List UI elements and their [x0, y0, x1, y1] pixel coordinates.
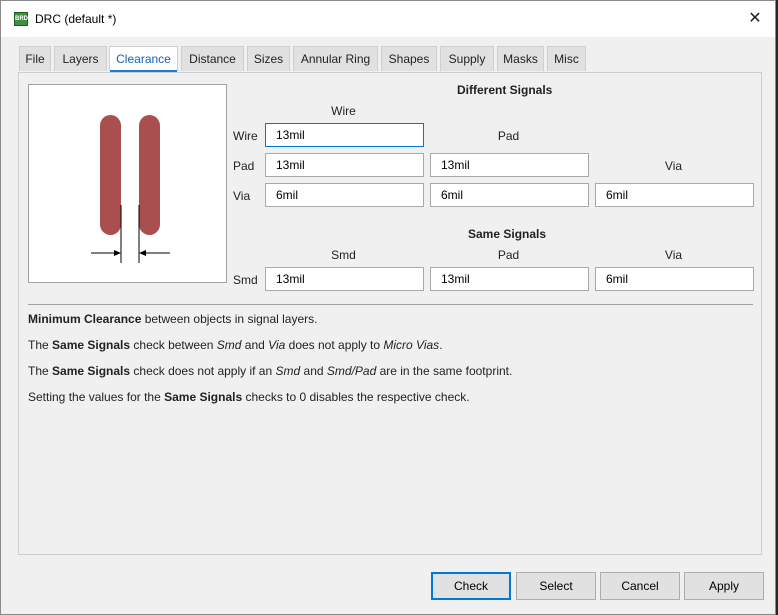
column-label-wire: Wire [331, 104, 356, 118]
info-line-2: The Same Signals check between Smd and V… [28, 338, 443, 352]
tab-sizes[interactable]: Sizes [247, 46, 290, 71]
right-arrow-head [139, 250, 146, 256]
info-line-2-part: check between [130, 338, 217, 352]
pad-wire-clearance-input[interactable]: 13mil [265, 153, 424, 177]
drc-dialog: BRD DRC (default *) ✕ File Layers Cleara… [0, 0, 776, 615]
apply-button[interactable]: Apply [684, 572, 764, 600]
wire-wire-clearance-input[interactable]: 13mil [265, 123, 424, 147]
info-line-2-italic: Micro Vias [383, 338, 440, 352]
column-label-pad: Pad [497, 129, 520, 143]
info-line-3-part: check does not apply if an [130, 364, 276, 378]
board-icon: BRD [14, 12, 28, 26]
left-trace [100, 115, 121, 235]
info-line-2-part: The [28, 338, 53, 352]
different-signals-title: Different Signals [457, 83, 553, 97]
info-line-2-part: . [439, 338, 443, 352]
tab-file[interactable]: File [19, 46, 51, 71]
info-line-3-part: The [28, 364, 53, 378]
clearance-diagram [91, 115, 170, 263]
check-button[interactable]: Check [431, 572, 511, 600]
info-line-3-italic: Smd/Pad [326, 364, 377, 378]
info-line-4-part: Setting the values for the [28, 390, 165, 404]
info-line-3-part: and [300, 364, 327, 378]
via-via-clearance-input[interactable]: 6mil [595, 183, 754, 207]
tab-misc[interactable]: Misc [547, 46, 586, 71]
close-icon[interactable]: ✕ [735, 1, 775, 37]
clearance-panel: Different Signals Wire Pad Via Wire Pad … [18, 72, 762, 555]
smd-via-clearance-input[interactable]: 6mil [595, 267, 754, 291]
tab-annular-ring[interactable]: Annular Ring [293, 46, 378, 71]
clearance-illustration [28, 84, 227, 283]
row-label-smd: Smd [233, 273, 258, 287]
info-line-1: Minimum Clearance between objects in sig… [28, 312, 317, 326]
info-line-2-italic: Smd [216, 338, 242, 352]
row-label-via: Via [233, 189, 251, 203]
tab-layers[interactable]: Layers [54, 46, 107, 71]
info-line-4-part: checks to 0 disables the respective chec… [242, 390, 470, 404]
info-line-1-text: between objects in signal layers. [141, 312, 318, 326]
tab-shapes[interactable]: Shapes [381, 46, 437, 71]
tab-distance[interactable]: Distance [181, 46, 244, 71]
same-signals-title: Same Signals [468, 227, 547, 241]
column-label-via: Via [664, 159, 683, 173]
via-pad-clearance-input[interactable]: 6mil [430, 183, 589, 207]
tab-masks[interactable]: Masks [497, 46, 544, 71]
cancel-button[interactable]: Cancel [600, 572, 680, 600]
pad-pad-clearance-input[interactable]: 13mil [430, 153, 589, 177]
column-label-same-via: Via [664, 248, 683, 262]
row-label-pad: Pad [233, 159, 255, 173]
via-wire-clearance-input[interactable]: 6mil [265, 183, 424, 207]
tab-supply[interactable]: Supply [440, 46, 494, 71]
smd-pad-clearance-input[interactable]: 13mil [430, 267, 589, 291]
info-line-2-italic: Via [268, 338, 286, 352]
right-trace [139, 115, 160, 235]
info-line-4-bold: Same Signals [164, 390, 243, 404]
info-line-2-bold: Same Signals [52, 338, 131, 352]
info-line-2-part: and [241, 338, 269, 352]
title-bar: BRD DRC (default *) ✕ [1, 1, 775, 37]
info-line-2-part: does not apply to [285, 338, 384, 352]
info-line-3-italic: Smd [275, 364, 301, 378]
select-button[interactable]: Select [516, 572, 596, 600]
smd-smd-clearance-input[interactable]: 13mil [265, 267, 424, 291]
row-label-wire: Wire [233, 129, 258, 143]
column-label-smd: Smd [331, 248, 356, 262]
info-line-3-part: are in the same footprint. [376, 364, 513, 378]
column-label-same-pad: Pad [497, 248, 520, 262]
info-line-3-bold: Same Signals [52, 364, 131, 378]
info-line-3: The Same Signals check does not apply if… [28, 364, 512, 378]
window-title: DRC (default *) [35, 12, 117, 26]
left-arrow-head [114, 250, 121, 256]
tab-clearance[interactable]: Clearance [109, 46, 178, 72]
info-line-1-bold: Minimum Clearance [28, 312, 142, 326]
info-line-4: Setting the values for the Same Signals … [28, 390, 470, 404]
divider [28, 304, 753, 305]
